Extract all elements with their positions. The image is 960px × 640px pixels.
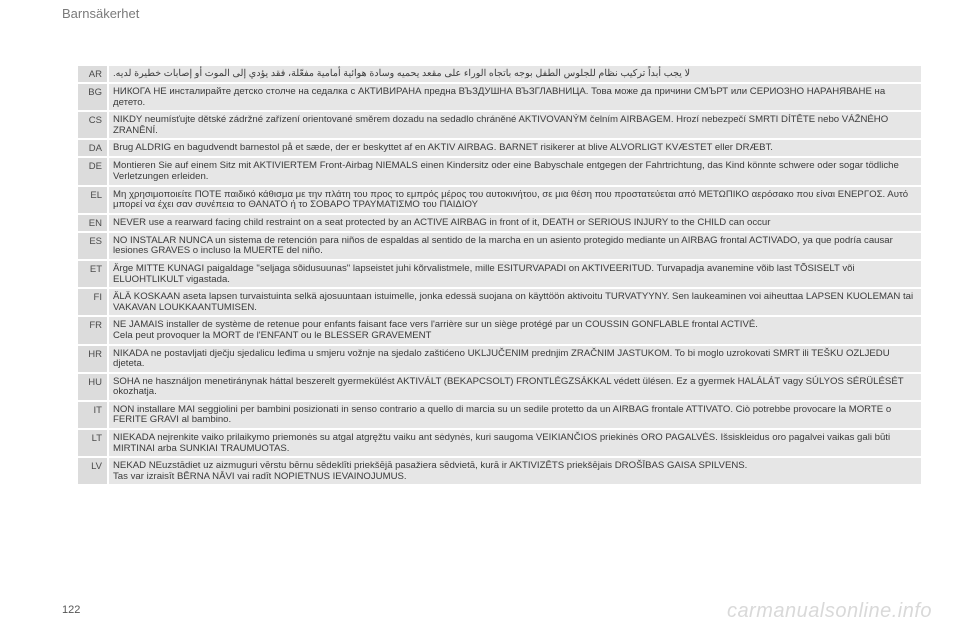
language-code: HR: [78, 345, 109, 372]
warning-text: NIEKADA neįrenkite vaiko prilaikymo prie…: [113, 432, 891, 454]
table-row: BG НИКОГА НЕ инсталирайте детско столче н…: [78, 84, 921, 113]
table-row: FR NE JAMAIS installer de système de rete…: [78, 317, 921, 346]
page-number: 122: [62, 604, 81, 616]
language-code: LT: [78, 430, 109, 457]
section-title: Barnsäkerhet: [62, 6, 140, 21]
table-row: ES NO INSTALAR NUNCA un sistema de retenc…: [78, 232, 921, 261]
language-code: CS: [78, 112, 109, 139]
language-code: FR: [78, 317, 109, 344]
language-code: EN: [78, 214, 109, 231]
table-row: EL Μη χρησιμοποιείτε ΠΟΤΕ παιδικό κάθισμα…: [78, 186, 921, 215]
language-code: ES: [78, 232, 109, 259]
language-code: DA: [78, 140, 109, 157]
table-row: LT NIEKADA neįrenkite vaiko prilaikymo pr…: [78, 430, 921, 459]
language-code: BG: [78, 84, 109, 111]
table-row: DA Brug ALDRIG en bagudvendt barnestol på…: [78, 140, 921, 159]
warning-text: NON installare MAI seggiolini per bambin…: [113, 403, 892, 426]
table-row: HU SOHA ne használjon menetiránynak hátta…: [78, 373, 921, 402]
warning-text: لا يجب أبداً تركيب نظام للجلوس الطفل بوج…: [113, 68, 691, 79]
table-row: ET Ärge MITTE KUNAGI paigaldage "seljaga …: [78, 260, 921, 290]
table-row: CS NIKDY neumísťujte dětské zádržné zaříz…: [78, 112, 921, 141]
warning-text: НИКОГА НЕ инсталирайте детско столче на …: [113, 86, 886, 108]
table-row: LV NEKAD NEuzstādiet uz aizmuguri vērstu …: [78, 458, 921, 487]
warning-text: ÄLÄ KOSKAAN aseta lapsen turvaistuinta s…: [113, 291, 914, 313]
warning-text: NEVER use a rearward facing child restra…: [113, 216, 771, 228]
warning-text: NIKDY neumísťujte dětské zádržné zařízen…: [113, 114, 889, 136]
language-code: EL: [78, 186, 109, 213]
language-code: DE: [78, 158, 109, 185]
warning-text: NIKADA ne postavljati dječju sjedalicu l…: [113, 347, 890, 370]
warning-text: NE JAMAIS installer de système de retenu…: [113, 319, 758, 341]
warning-text: NEKAD NEuzstādiet uz aizmuguri vērstu bē…: [113, 460, 748, 482]
table-row: DE Montieren Sie auf einem Sitz mit AKTIV…: [78, 158, 921, 187]
warning-text: NO INSTALAR NUNCA un sistema de retenció…: [113, 234, 893, 257]
warning-text: SOHA ne használjon menetiránynak háttal …: [113, 375, 904, 398]
watermark: carmanualsonline.info: [726, 600, 932, 622]
table-row: AR لا يجب أبداً تركيب نظام للجلوس الطفل ب…: [78, 66, 921, 84]
airbag-warning-table: AR لا يجب أبداً تركيب نظام للجلوس الطفل ب…: [78, 66, 921, 487]
language-code: IT: [78, 401, 109, 429]
table-row: IT NON installare MAI seggiolini per bamb…: [78, 401, 921, 431]
warning-text: Brug ALDRIG en bagudvendt barnestol på e…: [113, 142, 773, 154]
warning-text: Μη χρησιμοποιείτε ΠΟΤΕ παιδικό κάθισμα μ…: [113, 188, 909, 211]
language-code: FI: [78, 289, 109, 316]
table-row: FI ÄLÄ KOSKAAN aseta lapsen turvaistuinta…: [78, 289, 921, 318]
warning-text: Montieren Sie auf einem Sitz mit AKTIVIE…: [113, 160, 899, 182]
language-code: ET: [78, 260, 109, 288]
language-code: AR: [78, 66, 109, 82]
table-row: EN NEVER use a rearward facing child rest…: [78, 214, 921, 233]
language-code: LV: [78, 458, 109, 485]
warning-text: Ärge MITTE KUNAGI paigaldage "seljaga sõ…: [113, 262, 855, 285]
table-row: HR NIKADA ne postavljati dječju sjedalicu…: [78, 345, 921, 374]
language-code: HU: [78, 373, 109, 400]
